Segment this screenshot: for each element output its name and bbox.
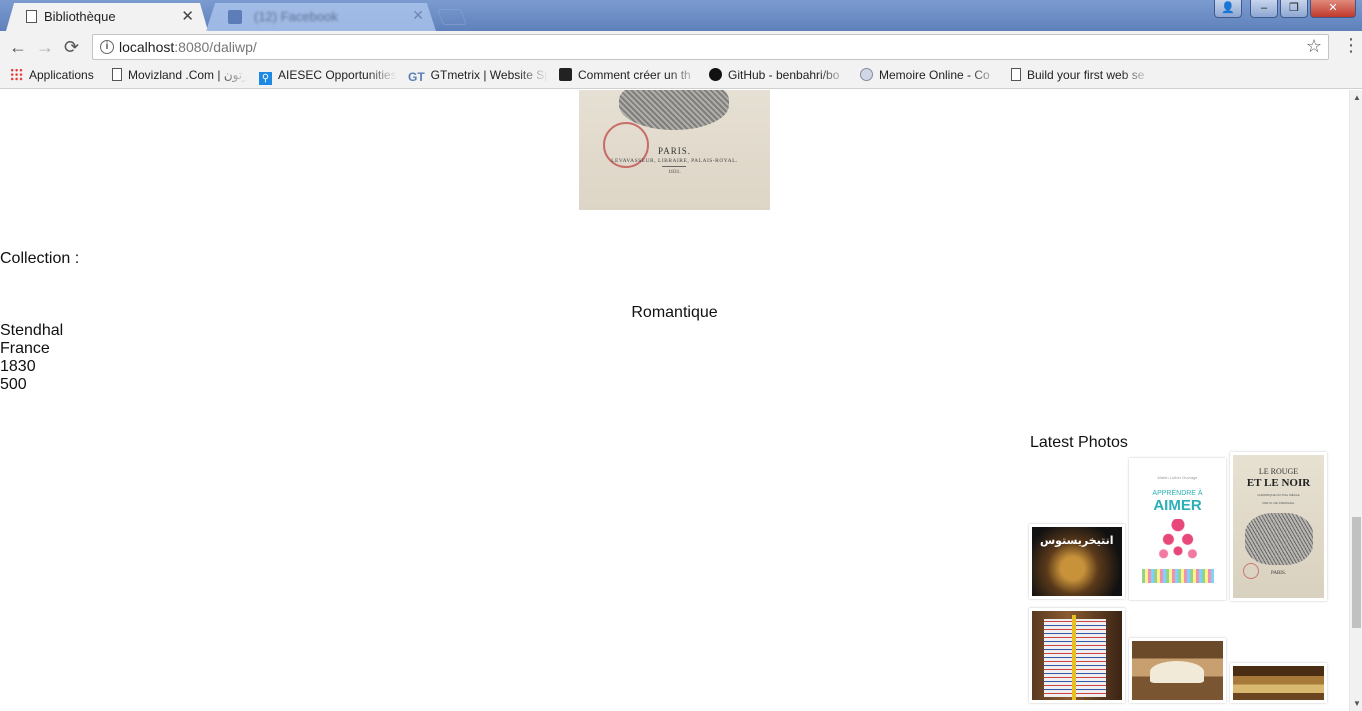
site-info-icon[interactable]: i	[100, 40, 114, 54]
maximize-button[interactable]: ❐	[1280, 0, 1308, 18]
scrollbar-thumb[interactable]	[1352, 517, 1361, 628]
url-path: :8080/daliwp/	[174, 39, 257, 55]
url-text[interactable]: localhost:8080/daliwp/	[119, 39, 257, 55]
bookmarks-bar: Applications Movizland .Com | رتون ⚲AIES…	[0, 63, 1362, 89]
bookmark-gtmetrix[interactable]: GT GTmetrix | Website Sp	[408, 68, 548, 86]
thumbnail-title-line2: ET LE NOIR	[1246, 477, 1311, 489]
collection-label: Collection :	[0, 250, 80, 267]
tab-title: Bibliothèque	[44, 9, 116, 24]
bookmark-memoire-online[interactable]: Memoire Online - Co	[860, 68, 1000, 86]
thumbnail-title-line2: AIMER	[1153, 497, 1202, 514]
tab-facebook[interactable]: (12) Facebook ✕	[206, 3, 436, 31]
forward-button[interactable]: →	[36, 37, 54, 58]
page-icon	[1011, 68, 1021, 81]
close-window-button[interactable]: ✕	[1310, 0, 1356, 18]
thumbnail-title-line1: LE ROUGE	[1258, 467, 1299, 476]
reload-button[interactable]: ⟳	[64, 37, 79, 58]
open-book-illustration	[1150, 661, 1204, 683]
github-icon	[709, 68, 722, 81]
wordpress-icon	[559, 68, 572, 81]
book-cover-image: PARIS. LEVAVASSEUR, LIBRAIRE, PALAIS-ROY…	[579, 90, 770, 210]
photo-thumbnail-apprendre-a-aimer[interactable]: Martin Luther Ouvrage APPRENDRE À AIMER	[1129, 458, 1226, 600]
bookmark-aiesec[interactable]: ⚲ AIESEC Opportunities	[259, 68, 397, 86]
cover-city: PARIS.	[658, 146, 691, 156]
photo-thumbnail-library-books[interactable]	[1230, 663, 1327, 703]
browser-titlebar: Bibliothèque ✕ (12) Facebook ✕ 👤 – ❐ ✕	[0, 0, 1362, 31]
new-tab-button[interactable]	[437, 9, 467, 25]
page-icon	[112, 68, 122, 81]
bookmark-movizland[interactable]: Movizland .Com | رتون	[112, 68, 247, 86]
photo-thumbnail-paper-stack[interactable]	[1029, 608, 1125, 703]
window-controls: 👤 – ❐ ✕	[1214, 0, 1356, 18]
minimize-button[interactable]: –	[1250, 0, 1278, 18]
latest-photos-title: Latest Photos	[1030, 434, 1128, 451]
thumbnail-author: Martin Luther Ouvrage	[1157, 475, 1198, 480]
cover-rule	[662, 166, 686, 167]
tab-bibliotheque[interactable]: Bibliothèque ✕	[6, 3, 208, 31]
apps-grid-icon	[10, 68, 23, 81]
gtmetrix-icon: GT	[408, 70, 425, 84]
tab-title: (12) Facebook	[254, 9, 338, 24]
photo-thumbnail-open-book[interactable]	[1129, 638, 1226, 703]
thumbnail-title: انتيخريستوس	[1040, 535, 1114, 547]
cover-publisher: LEVAVASSEUR, LIBRAIRE, PALAIS-ROYAL.	[611, 158, 738, 164]
tab-close-icon[interactable]: ✕	[412, 7, 424, 24]
address-bar[interactable]: i localhost:8080/daliwp/ ☆	[92, 34, 1329, 60]
bookmark-build-web[interactable]: Build your first web se	[1011, 68, 1151, 86]
thumbnail-subtitle: CHRONIQUE DU XIXe SIÈCLE	[1257, 493, 1300, 497]
bookmark-star-icon[interactable]: ☆	[1306, 36, 1322, 57]
page-content: PARIS. LEVAVASSEUR, LIBRAIRE, PALAIS-ROY…	[0, 90, 1349, 711]
photo-thumbnail-le-rouge-et-le-noir[interactable]: LE ROUGE ET LE NOIR CHRONIQUE DU XIXe SI…	[1230, 452, 1327, 601]
bookmark-comment-creer[interactable]: Comment créer un th	[559, 68, 699, 86]
memoire-icon	[860, 68, 873, 81]
flower-illustration	[1142, 569, 1214, 583]
page-icon	[26, 10, 37, 23]
cover-engraving	[1245, 513, 1313, 565]
scroll-up-icon[interactable]: ▲	[1353, 93, 1361, 102]
book-author: Stendhal	[0, 322, 64, 339]
facebook-icon	[228, 10, 242, 24]
book-pages: 500	[0, 376, 27, 393]
browser-toolbar: ← → ⟳ i localhost:8080/daliwp/ ☆ ⋮	[0, 31, 1362, 63]
book-genre: Romantique	[631, 304, 718, 321]
cover-year: 1831.	[668, 169, 681, 175]
thumbnail-title-line1: APPRENDRE À	[1152, 490, 1203, 497]
browser-menu-icon[interactable]: ⋮	[1342, 35, 1360, 56]
scroll-down-icon[interactable]: ▼	[1353, 699, 1361, 708]
bookmark-applications[interactable]: Applications	[10, 68, 100, 86]
url-host: localhost	[119, 39, 175, 55]
page-scrollbar[interactable]: ▲ ▼	[1349, 90, 1362, 711]
book-year: 1830	[0, 358, 36, 375]
thumbnail-author: PAR M. DE STENDHAL	[1262, 501, 1295, 505]
book-country: France	[0, 340, 50, 357]
thumbnail-place: PARIS.	[1271, 571, 1286, 576]
bookmark-github[interactable]: GitHub - benbahri/bo	[709, 68, 849, 86]
tab-close-icon[interactable]: ✕	[181, 7, 194, 25]
photo-thumbnail-antichrist[interactable]: انتيخريستوس	[1029, 524, 1125, 599]
back-button[interactable]: ←	[9, 37, 27, 58]
aiesec-icon: ⚲	[259, 72, 272, 85]
bookmark-label: Applications	[29, 68, 94, 82]
user-profile-button[interactable]: 👤	[1214, 0, 1242, 18]
strap-illustration	[1072, 615, 1076, 700]
